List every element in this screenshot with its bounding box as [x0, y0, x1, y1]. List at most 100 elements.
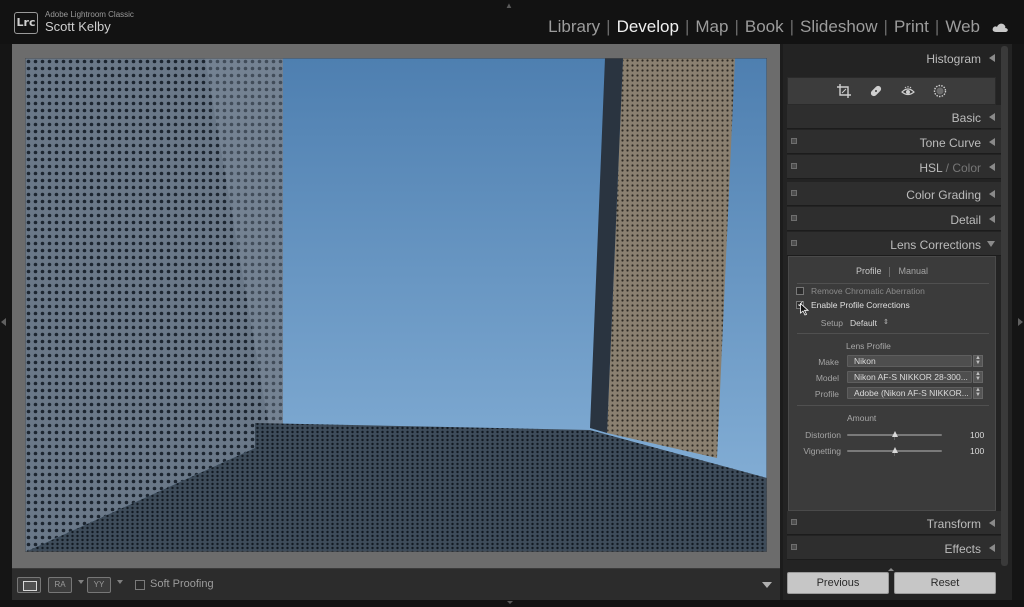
vignetting-slider-center-tick [894, 453, 895, 456]
setup-dropdown[interactable]: Default [850, 318, 877, 328]
photo[interactable] [25, 58, 767, 552]
detail-title: Detail [950, 213, 981, 227]
tone-curve-title: Tone Curve [919, 136, 981, 150]
make-stepper-icon[interactable]: ▲ ▼ [973, 355, 983, 367]
lrc-logo: Lrc [14, 12, 38, 34]
detail-collapse-icon[interactable] [989, 215, 995, 223]
hsl-switch[interactable] [791, 163, 797, 169]
module-library[interactable]: Library [542, 17, 606, 37]
detail-section-header[interactable]: Detail [787, 207, 1001, 231]
soft-proofing-label[interactable]: Soft Proofing [150, 578, 214, 590]
basic-title: Basic [951, 111, 981, 125]
profile-select[interactable]: Adobe (Nikon AF-S NIKKOR... [847, 387, 972, 399]
lightroom-window: Lrc Adobe Lightroom Classic Scott Kelby … [0, 0, 1024, 607]
color-grading-section-header[interactable]: Color Grading [787, 182, 1001, 206]
reset-button[interactable]: Reset [894, 572, 996, 594]
hsl-collapse-icon[interactable] [989, 163, 995, 171]
module-web[interactable]: Web [939, 17, 986, 37]
right-panel-toggle-icon[interactable] [1018, 318, 1023, 326]
color-label[interactable]: Color [952, 161, 981, 175]
toolbar-menu-icon[interactable] [762, 582, 772, 588]
tab-manual[interactable]: Manual [890, 261, 936, 281]
soft-proofing-checkbox[interactable] [135, 580, 145, 590]
histogram-header[interactable]: Histogram [787, 46, 1001, 70]
distortion-value[interactable]: 100 [970, 430, 984, 440]
module-develop[interactable]: Develop [611, 17, 685, 37]
before-after-swap-button[interactable]: YY [87, 577, 111, 593]
transform-title: Transform [926, 517, 981, 531]
effects-title: Effects [944, 542, 981, 556]
profile-stepper-icon[interactable]: ▲ ▼ [973, 387, 983, 399]
distortion-slider-center-tick [894, 437, 895, 440]
lens-corrections-title: Lens Corrections [890, 238, 981, 252]
make-label: Make [818, 357, 839, 367]
lens-corrections-switch[interactable] [791, 240, 797, 246]
histogram-title: Histogram [926, 52, 981, 66]
amount-heading: Amount [847, 413, 877, 423]
setup-dropdown-arrow-icon[interactable]: ⇕ [883, 318, 889, 326]
basic-collapse-icon[interactable] [989, 113, 995, 121]
healing-icon[interactable] [869, 84, 883, 98]
module-book[interactable]: Book [739, 17, 790, 37]
radial-mask-icon[interactable] [933, 84, 947, 98]
crop-icon[interactable] [836, 84, 851, 98]
distortion-slider-thumb[interactable] [891, 431, 898, 437]
color-grading-collapse-icon[interactable] [989, 190, 995, 198]
make-select[interactable]: Nikon [847, 355, 972, 367]
vignetting-slider-thumb[interactable] [891, 447, 898, 453]
model-label: Model [815, 373, 839, 383]
color-grading-switch[interactable] [791, 190, 797, 196]
remove-chromatic-aberration-checkbox[interactable] [796, 287, 804, 295]
divider [797, 283, 989, 284]
effects-section-header[interactable]: Effects [787, 536, 1001, 560]
tone-curve-collapse-icon[interactable] [989, 138, 995, 146]
lens-corrections-body: Profile Manual Remove Chromatic Aberratio… [788, 256, 996, 511]
effects-collapse-icon[interactable] [989, 544, 995, 552]
tab-profile[interactable]: Profile [848, 261, 890, 281]
detail-switch[interactable] [791, 215, 797, 221]
previous-button[interactable]: Previous [787, 572, 889, 594]
enable-profile-corrections-label[interactable]: Enable Profile Corrections [811, 300, 910, 310]
swap-dropdown-icon[interactable] [117, 580, 123, 584]
left-panel-toggle-icon[interactable] [1, 318, 6, 326]
module-picker: Library | Develop | Map | Book | Slideshow | Print… [542, 17, 986, 37]
tone-curve-section-header[interactable]: Tone Curve [787, 130, 1001, 154]
profile-label: Profile [814, 389, 839, 399]
lens-corrections-section-header[interactable]: Lens Corrections [787, 232, 1001, 256]
module-slideshow[interactable]: Slideshow [794, 17, 884, 37]
transform-collapse-icon[interactable] [989, 519, 995, 527]
model-select[interactable]: Nikon AF-S NIKKOR 28-300... [847, 371, 972, 383]
vignetting-label: Vignetting [803, 446, 841, 456]
filmstrip-toggle-icon[interactable] [507, 601, 513, 604]
hsl-label[interactable]: HSL [919, 161, 942, 175]
remove-chromatic-aberration-label[interactable]: Remove Chromatic Aberration [811, 286, 925, 296]
vignetting-value[interactable]: 100 [970, 446, 984, 456]
panel-scrollbar[interactable] [1001, 46, 1008, 566]
distortion-label: Distortion [805, 430, 841, 440]
cloud-sync-icon[interactable] [992, 22, 1010, 33]
app-name: Adobe Lightroom Classic [45, 10, 134, 19]
loupe-view-button[interactable] [17, 577, 41, 593]
lens-profile-heading: Lens Profile [846, 341, 891, 351]
user-name[interactable]: Scott Kelby [45, 19, 111, 34]
red-eye-icon[interactable] [900, 84, 915, 98]
lens-tabs: Profile Manual [789, 261, 995, 281]
tool-strip [787, 77, 996, 105]
module-print[interactable]: Print [888, 17, 935, 37]
before-after-dropdown-icon[interactable] [78, 580, 84, 584]
basic-section-header[interactable]: Basic [787, 105, 1001, 129]
tone-curve-switch[interactable] [791, 138, 797, 144]
before-after-left-right-button[interactable]: RA [48, 577, 72, 593]
lens-corrections-expand-icon[interactable] [987, 241, 995, 247]
panel-scroll-up-icon[interactable] [888, 568, 894, 571]
divider [797, 333, 989, 334]
transform-section-header[interactable]: Transform [787, 511, 1001, 535]
module-map[interactable]: Map [689, 17, 734, 37]
top-panel-toggle-icon[interactable]: ▲ [505, 1, 513, 10]
histogram-collapse-icon[interactable] [989, 54, 995, 62]
transform-switch[interactable] [791, 519, 797, 525]
hsl-color-section-header[interactable]: HSL / Color [787, 155, 1001, 179]
model-stepper-icon[interactable]: ▲ ▼ [973, 371, 983, 383]
effects-switch[interactable] [791, 544, 797, 550]
top-bar: Lrc Adobe Lightroom Classic Scott Kelby … [0, 0, 1024, 44]
